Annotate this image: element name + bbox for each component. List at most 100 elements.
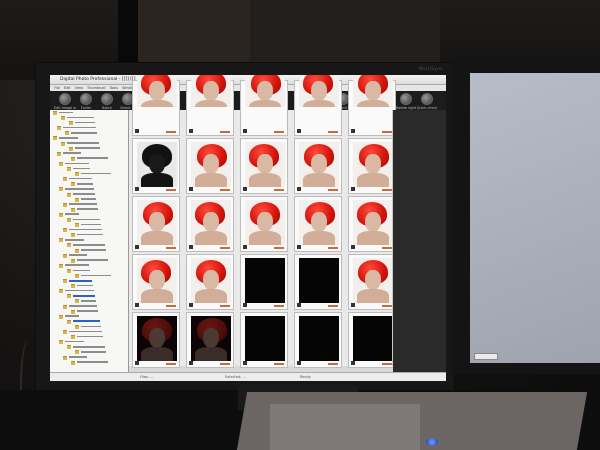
rating-icon xyxy=(166,131,176,133)
portrait-face xyxy=(311,81,327,101)
check-mark-icon[interactable] xyxy=(189,361,193,365)
check-mark-icon[interactable] xyxy=(189,245,193,249)
rating-icon xyxy=(220,189,230,191)
rotate-right-icon xyxy=(400,93,412,105)
check-mark-icon[interactable] xyxy=(243,245,247,249)
check-mark-icon[interactable] xyxy=(135,303,139,307)
monitor-brand: MultiSync xyxy=(419,66,443,71)
status-bar: Files: ... Selected: ... Ready xyxy=(50,372,446,381)
folder-button[interactable]: Folder xyxy=(75,93,97,110)
portrait-body xyxy=(303,100,335,107)
photo-thumbnail[interactable] xyxy=(294,312,342,368)
rating-icon xyxy=(328,189,338,191)
check-mark-icon[interactable] xyxy=(351,361,355,365)
photo-thumbnail[interactable] xyxy=(240,138,288,194)
photo-thumbnail[interactable] xyxy=(132,138,180,194)
check-mark-icon[interactable] xyxy=(243,361,247,365)
tree-item-label xyxy=(65,264,89,266)
check-mark-icon[interactable] xyxy=(297,187,301,191)
photo-thumbnail[interactable] xyxy=(240,254,288,310)
check-mark-icon[interactable] xyxy=(297,129,301,133)
photo-thumbnail[interactable] xyxy=(186,312,234,368)
check-mark-icon[interactable] xyxy=(135,129,139,133)
photo-thumbnail[interactable] xyxy=(132,196,180,252)
check-mark-icon[interactable] xyxy=(297,303,301,307)
menu-item[interactable]: Tools xyxy=(109,86,118,90)
menu-item[interactable]: Edit xyxy=(64,86,71,90)
portrait-face xyxy=(203,328,219,348)
photo-thumbnail[interactable] xyxy=(186,75,234,136)
quick-check-button[interactable]: Quick check xyxy=(416,93,438,110)
tree-item-label xyxy=(73,167,90,170)
menu-item[interactable]: File xyxy=(54,86,60,90)
tree-item-label xyxy=(65,188,94,190)
rating-icon xyxy=(220,247,230,249)
portrait-face xyxy=(311,212,327,232)
photo-thumbnail[interactable] xyxy=(348,138,396,194)
check-mark-icon[interactable] xyxy=(243,187,247,191)
check-mark-icon[interactable] xyxy=(243,129,247,133)
check-mark-icon[interactable] xyxy=(351,303,355,307)
tree-item-label xyxy=(81,223,101,226)
tree-item-label xyxy=(65,238,84,241)
rating-icon xyxy=(220,131,230,133)
rating-icon xyxy=(382,363,392,365)
photo-thumbnail[interactable] xyxy=(348,75,396,136)
check-mark-icon[interactable] xyxy=(189,187,193,191)
photo-thumbnail[interactable] xyxy=(132,75,180,136)
edit-image-button[interactable]: Edit image window xyxy=(54,93,76,110)
taskbar-button[interactable] xyxy=(474,353,498,360)
menu-item[interactable]: Thumbnail xyxy=(87,86,106,90)
rotate-right-button[interactable]: Rotate right xyxy=(395,93,417,110)
photo-thumbnail[interactable] xyxy=(348,196,396,252)
photo-thumbnail[interactable] xyxy=(348,254,396,310)
thumbnail-image xyxy=(353,75,393,107)
thumbnail-image xyxy=(299,75,339,107)
folder-icon xyxy=(71,360,75,365)
check-mark-icon[interactable] xyxy=(351,245,355,249)
photo-thumbnail[interactable] xyxy=(348,312,396,368)
photo-thumbnail[interactable] xyxy=(186,196,234,252)
tree-item-label xyxy=(69,203,97,205)
portrait-face xyxy=(365,81,381,101)
photo-thumbnail[interactable] xyxy=(294,254,342,310)
photo-thumbnail[interactable] xyxy=(294,75,342,136)
portrait-body xyxy=(357,173,389,187)
check-mark-icon[interactable] xyxy=(135,245,139,249)
rating-icon xyxy=(274,363,284,365)
photo-thumbnail[interactable] xyxy=(132,254,180,310)
check-mark-icon[interactable] xyxy=(297,245,301,249)
check-mark-icon[interactable] xyxy=(189,303,193,307)
main-screen: Digital Photo Professional - [[]] [[] [ … xyxy=(50,75,446,381)
folder-tree[interactable] xyxy=(50,110,129,374)
thumbnail-image xyxy=(299,316,339,361)
check-mark-icon[interactable] xyxy=(351,187,355,191)
check-mark-icon[interactable] xyxy=(189,129,193,133)
photo-thumbnail[interactable] xyxy=(240,75,288,136)
check-mark-icon[interactable] xyxy=(135,361,139,365)
photo-thumbnail[interactable] xyxy=(294,196,342,252)
check-mark-icon[interactable] xyxy=(297,361,301,365)
tree-item[interactable] xyxy=(50,360,128,365)
tree-item-label xyxy=(73,218,100,221)
tree-item-label xyxy=(77,157,108,160)
photo-thumbnail[interactable] xyxy=(240,312,288,368)
thumbnail-image xyxy=(191,258,231,303)
portrait-face xyxy=(149,154,165,174)
photo-thumbnail[interactable] xyxy=(132,312,180,368)
portrait-body xyxy=(195,231,227,245)
thumbnail-image xyxy=(299,142,339,187)
photo-thumbnail[interactable] xyxy=(186,138,234,194)
check-mark-icon[interactable] xyxy=(243,303,247,307)
check-mark-icon[interactable] xyxy=(351,129,355,133)
photo-thumbnail[interactable] xyxy=(186,254,234,310)
menu-item[interactable]: View xyxy=(75,86,83,90)
tree-item-label xyxy=(75,147,100,149)
portrait-body xyxy=(249,231,281,245)
photo-thumbnail[interactable] xyxy=(240,196,288,252)
photo-thumbnail[interactable] xyxy=(294,138,342,194)
rating-icon xyxy=(382,305,392,307)
status-left: Files: ... xyxy=(140,375,154,379)
check-mark-icon[interactable] xyxy=(135,187,139,191)
batch-button[interactable]: Batch xyxy=(96,93,118,110)
